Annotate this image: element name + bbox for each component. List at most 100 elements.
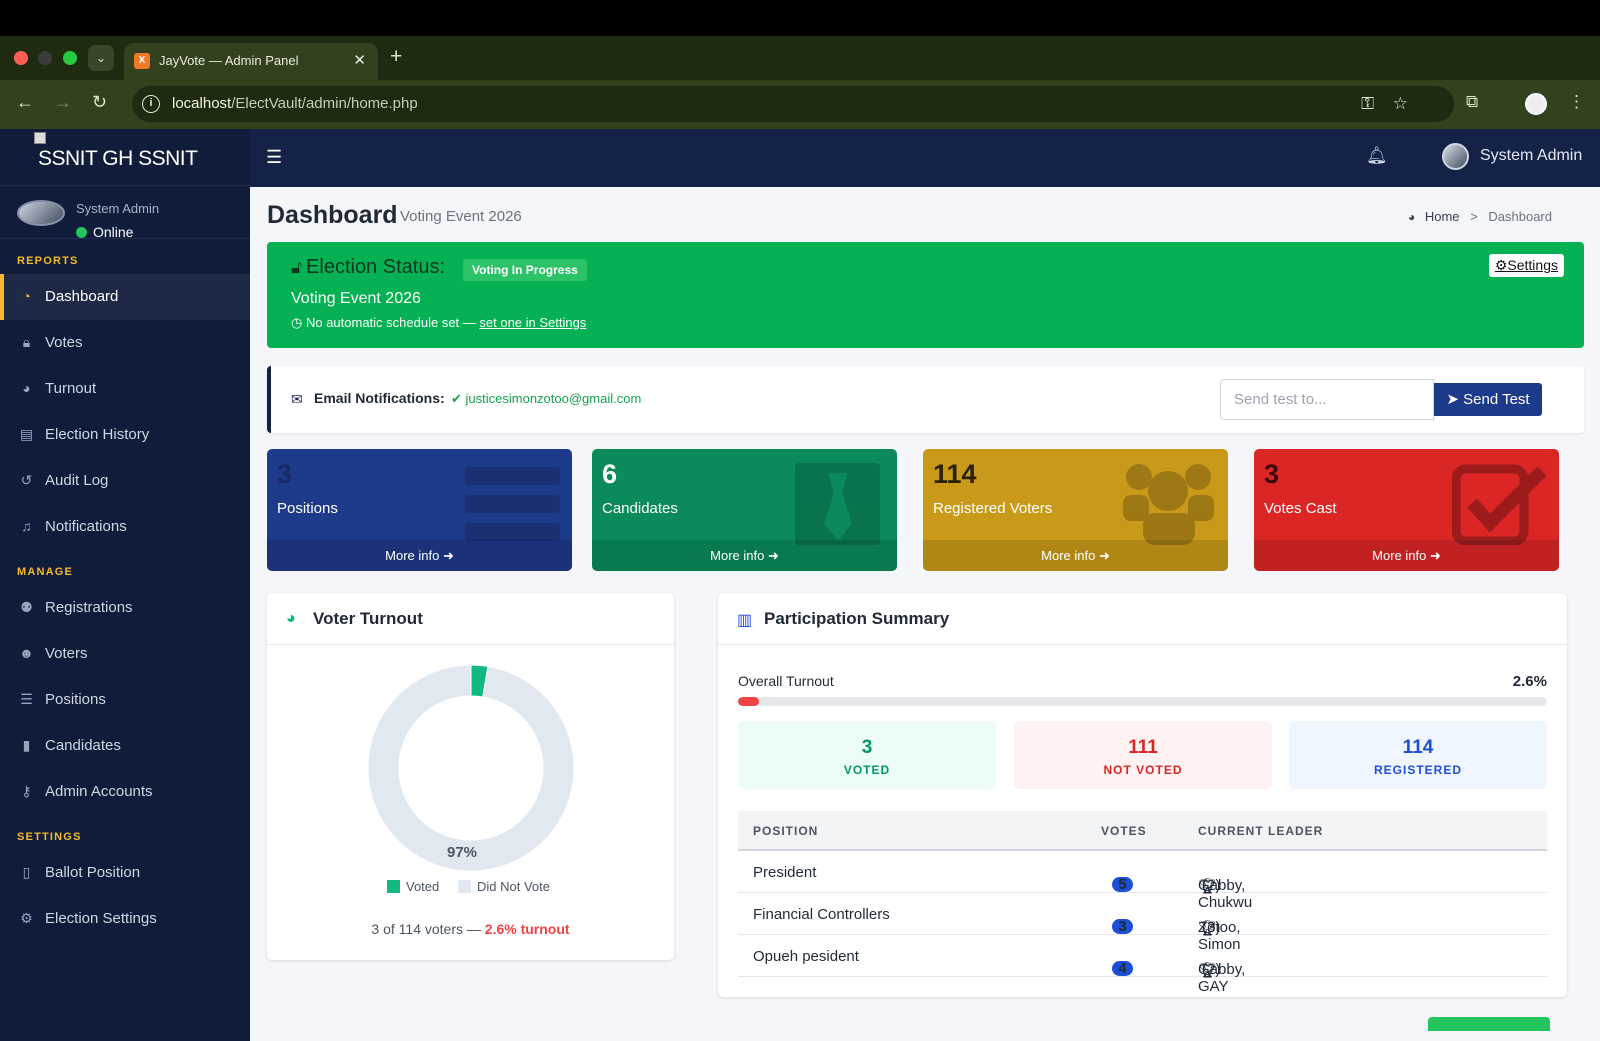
progress-fill (738, 697, 760, 706)
list-icon (465, 467, 560, 541)
id-badge-icon (795, 463, 880, 545)
avatar[interactable] (1442, 143, 1469, 170)
card-title: Voter Turnout (313, 609, 423, 628)
positions-label: Positions (277, 500, 338, 517)
send-test-button[interactable]: ➤ Send Test (1434, 383, 1542, 416)
sidebar-item-registrations[interactable]: ⚉ Registrations (0, 585, 250, 631)
candidates-box: 6 Candidates More info ➜ (592, 449, 897, 571)
browser-tab[interactable]: X JayVote — Admin Panel ✕ (124, 43, 378, 80)
id-badge-icon: ▮ (22, 737, 31, 753)
registered-stat: 114 REGISTERED (1289, 721, 1547, 789)
votes-cast-more-info-link[interactable]: More info ➜ (1254, 540, 1559, 571)
archive-icon: ▤ (19, 426, 34, 442)
hamburger-menu-icon[interactable]: ☰ (266, 147, 282, 168)
profile-avatar[interactable] (1525, 93, 1547, 115)
menu-icon[interactable]: ⋮ (1568, 92, 1585, 112)
envelope-icon: ✉ (291, 391, 303, 407)
settings-button[interactable]: ⚙Settings (1488, 254, 1564, 277)
section-header-manage: MANAGE (17, 566, 74, 578)
new-tab-button[interactable]: + (390, 45, 402, 69)
paper-plane-icon: ➤ (1446, 391, 1459, 408)
file-icon: ▯ (22, 864, 31, 880)
candidates-more-info-link[interactable]: More info ➜ (592, 540, 897, 571)
key-icon[interactable]: ⚿ (1361, 94, 1374, 114)
sidebar-item-voters[interactable]: ☻ Voters (0, 631, 250, 677)
page-subtitle: Voting Event 2026 (400, 208, 522, 225)
breadcrumb: ◕ Home > Dashboard (1407, 209, 1552, 224)
sidebar-item-positions[interactable]: ☰ Positions (0, 677, 250, 723)
star-icon[interactable]: ☆ (1393, 94, 1408, 114)
participation-summary-card: ▥ Participation Summary Overall Turnout … (718, 593, 1567, 997)
positions-count: 3 (277, 459, 293, 489)
user-name: System Admin (76, 201, 160, 216)
lock-icon: 🔒︎ (22, 334, 31, 350)
extensions-icon[interactable]: ⧉ (1466, 92, 1478, 112)
not-voted-stat: 111 NOT VOTED (1014, 721, 1272, 789)
election-status-title: 🔓︎ Election Status: (291, 256, 445, 278)
card-title: Participation Summary (764, 609, 950, 628)
pie-chart-icon: ◕ (286, 610, 296, 627)
table-row: Opueh pesident 4 🏆︎ Gabby, GAY (2) (738, 935, 1547, 995)
sidebar-item-dashboard[interactable]: ◔ Dashboard (0, 274, 250, 320)
url-text[interactable]: localhost/ElectVault/admin/home.php (172, 95, 418, 112)
bar-chart-icon: ▥ (737, 612, 753, 629)
votes-badge: 3 (1112, 919, 1133, 934)
bell-icon[interactable]: 🔔︎ (1366, 146, 1388, 166)
sidebar-item-notifications[interactable]: ♫ Notifications (0, 504, 250, 550)
section-header-reports: REPORTS (17, 255, 79, 267)
turnout-donut-chart[interactable] (366, 663, 576, 873)
sidebar-item-election-settings[interactable]: ⚙ Election Settings (0, 896, 250, 942)
positions-more-info-link[interactable]: More info ➜ (267, 540, 572, 571)
sidebar-item-ballot-position[interactable]: ▯ Ballot Position (0, 850, 250, 896)
legend-voted[interactable]: Voted (387, 879, 439, 894)
overall-turnout-label: Overall Turnout (738, 673, 834, 689)
navbar-user-name[interactable]: System Admin (1480, 147, 1582, 165)
table-header: POSITION VOTES CURRENT LEADER (738, 811, 1547, 851)
close-window-button[interactable] (14, 51, 28, 65)
reload-icon[interactable]: ↻ (92, 92, 107, 113)
card-header: ◕ Voter Turnout (267, 593, 674, 645)
unlock-icon: 🔓︎ (291, 258, 303, 277)
maximize-window-button[interactable] (63, 51, 77, 65)
donut-slice-did-not-vote[interactable] (367, 664, 575, 872)
tab-search-button[interactable]: ⌄ (88, 45, 114, 71)
tab-close-icon[interactable]: ✕ (353, 51, 366, 69)
schedule-settings-link[interactable]: set one in Settings (479, 315, 586, 330)
sidebar-item-candidates[interactable]: ▮ Candidates (0, 723, 250, 769)
test-email-input[interactable] (1220, 379, 1434, 420)
voted-stat: 3 VOTED (738, 721, 996, 789)
sidebar-item-audit-log[interactable]: ↺ Audit Log (0, 458, 250, 504)
site-info-icon[interactable]: i (142, 95, 160, 113)
sidebar-item-turnout[interactable]: ◕ Turnout (0, 366, 250, 412)
breadcrumb-current: Dashboard (1488, 209, 1552, 224)
registered-voters-label: Registered Voters (933, 500, 1053, 517)
brand-text: SSNIT GH SSNIT (38, 147, 198, 170)
table-row: Financial Controllers 3 🏆︎ Zotoo, Simon (3… (738, 893, 1547, 953)
history-icon: ↺ (20, 472, 33, 488)
minimize-window-button[interactable] (38, 51, 52, 65)
sidebar-item-election-history[interactable]: ▤ Election History (0, 412, 250, 458)
check-square-icon (1452, 464, 1547, 545)
legend-did-not-vote[interactable]: Did Not Vote (458, 879, 550, 894)
registered-voters-more-info-link[interactable]: More info ➜ (923, 540, 1228, 571)
back-icon[interactable]: ← (16, 92, 34, 113)
table-row: President 5 🏆︎ Gabby, Chukwu (2) (738, 851, 1547, 911)
votes-cast-box: 3 Votes Cast More info ➜ (1254, 449, 1559, 571)
partial-green-button[interactable] (1428, 1017, 1550, 1031)
list-icon: ☰ (20, 691, 33, 707)
brand-logo[interactable]: SSNIT GH SSNIT (0, 129, 250, 186)
votes-badge: 5 (1112, 877, 1133, 892)
breadcrumb-home[interactable]: Home (1425, 209, 1460, 224)
sidebar-item-votes[interactable]: 🔒︎ Votes (0, 320, 250, 366)
position-leaders-table: POSITION VOTES CURRENT LEADER President … (738, 811, 1547, 995)
pie-chart-icon: ◕ (22, 380, 31, 396)
online-dot-icon (76, 227, 87, 238)
sidebar-item-admin-accounts[interactable]: ⚷ Admin Accounts (0, 769, 250, 815)
votes-badge: 4 (1112, 961, 1133, 976)
section-header-settings: SETTINGS (17, 831, 82, 843)
forward-icon[interactable]: → (54, 92, 72, 113)
main-content: Dashboard Voting Event 2026 ◕ Home > Das… (250, 187, 1600, 1041)
url-bar[interactable]: i localhost/ElectVault/admin/home.php ⚿ … (132, 86, 1454, 122)
user-lock-icon: ⚷ (21, 783, 32, 799)
candidates-label: Candidates (602, 500, 678, 517)
